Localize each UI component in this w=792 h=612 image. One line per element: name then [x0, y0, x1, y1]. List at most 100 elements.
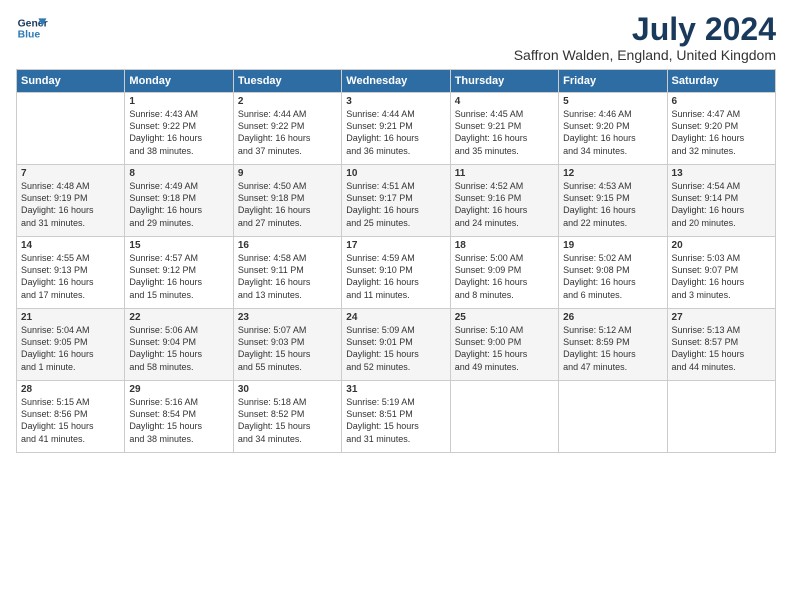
day-number: 6	[672, 96, 771, 107]
table-row: 26Sunrise: 5:12 AM Sunset: 8:59 PM Dayli…	[559, 309, 667, 381]
table-row: 7Sunrise: 4:48 AM Sunset: 9:19 PM Daylig…	[17, 165, 125, 237]
table-row: 16Sunrise: 4:58 AM Sunset: 9:11 PM Dayli…	[233, 237, 341, 309]
day-number: 31	[346, 384, 445, 395]
col-monday: Monday	[125, 70, 233, 93]
table-row: 18Sunrise: 5:00 AM Sunset: 9:09 PM Dayli…	[450, 237, 558, 309]
table-row: 15Sunrise: 4:57 AM Sunset: 9:12 PM Dayli…	[125, 237, 233, 309]
day-info: Sunrise: 5:00 AM Sunset: 9:09 PM Dayligh…	[455, 252, 554, 301]
day-info: Sunrise: 5:16 AM Sunset: 8:54 PM Dayligh…	[129, 396, 228, 445]
table-row: 14Sunrise: 4:55 AM Sunset: 9:13 PM Dayli…	[17, 237, 125, 309]
day-number: 3	[346, 96, 445, 107]
day-info: Sunrise: 4:57 AM Sunset: 9:12 PM Dayligh…	[129, 252, 228, 301]
table-row: 6Sunrise: 4:47 AM Sunset: 9:20 PM Daylig…	[667, 93, 775, 165]
day-info: Sunrise: 4:52 AM Sunset: 9:16 PM Dayligh…	[455, 180, 554, 229]
day-info: Sunrise: 4:48 AM Sunset: 9:19 PM Dayligh…	[21, 180, 120, 229]
day-number: 20	[672, 240, 771, 251]
day-number: 13	[672, 168, 771, 179]
day-number: 10	[346, 168, 445, 179]
table-row: 30Sunrise: 5:18 AM Sunset: 8:52 PM Dayli…	[233, 381, 341, 453]
table-row	[667, 381, 775, 453]
calendar-week-row: 14Sunrise: 4:55 AM Sunset: 9:13 PM Dayli…	[17, 237, 776, 309]
day-info: Sunrise: 4:51 AM Sunset: 9:17 PM Dayligh…	[346, 180, 445, 229]
table-row: 31Sunrise: 5:19 AM Sunset: 8:51 PM Dayli…	[342, 381, 450, 453]
day-number: 21	[21, 312, 120, 323]
header: General Blue July 2024 Saffron Walden, E…	[16, 12, 776, 63]
day-info: Sunrise: 5:19 AM Sunset: 8:51 PM Dayligh…	[346, 396, 445, 445]
day-number: 19	[563, 240, 662, 251]
table-row: 9Sunrise: 4:50 AM Sunset: 9:18 PM Daylig…	[233, 165, 341, 237]
table-row: 11Sunrise: 4:52 AM Sunset: 9:16 PM Dayli…	[450, 165, 558, 237]
day-number: 15	[129, 240, 228, 251]
table-row: 4Sunrise: 4:45 AM Sunset: 9:21 PM Daylig…	[450, 93, 558, 165]
table-row: 28Sunrise: 5:15 AM Sunset: 8:56 PM Dayli…	[17, 381, 125, 453]
day-info: Sunrise: 5:18 AM Sunset: 8:52 PM Dayligh…	[238, 396, 337, 445]
day-number: 4	[455, 96, 554, 107]
col-wednesday: Wednesday	[342, 70, 450, 93]
day-info: Sunrise: 4:53 AM Sunset: 9:15 PM Dayligh…	[563, 180, 662, 229]
col-sunday: Sunday	[17, 70, 125, 93]
col-friday: Friday	[559, 70, 667, 93]
main-title: July 2024	[514, 12, 776, 47]
day-number: 17	[346, 240, 445, 251]
day-number: 1	[129, 96, 228, 107]
logo-icon: General Blue	[16, 12, 48, 44]
table-row	[450, 381, 558, 453]
table-row: 10Sunrise: 4:51 AM Sunset: 9:17 PM Dayli…	[342, 165, 450, 237]
day-info: Sunrise: 4:46 AM Sunset: 9:20 PM Dayligh…	[563, 108, 662, 157]
table-row: 2Sunrise: 4:44 AM Sunset: 9:22 PM Daylig…	[233, 93, 341, 165]
day-info: Sunrise: 4:45 AM Sunset: 9:21 PM Dayligh…	[455, 108, 554, 157]
day-info: Sunrise: 5:04 AM Sunset: 9:05 PM Dayligh…	[21, 324, 120, 373]
calendar-table: Sunday Monday Tuesday Wednesday Thursday…	[16, 69, 776, 453]
table-row: 24Sunrise: 5:09 AM Sunset: 9:01 PM Dayli…	[342, 309, 450, 381]
day-info: Sunrise: 4:44 AM Sunset: 9:21 PM Dayligh…	[346, 108, 445, 157]
day-info: Sunrise: 5:07 AM Sunset: 9:03 PM Dayligh…	[238, 324, 337, 373]
day-number: 30	[238, 384, 337, 395]
table-row: 1Sunrise: 4:43 AM Sunset: 9:22 PM Daylig…	[125, 93, 233, 165]
subtitle: Saffron Walden, England, United Kingdom	[514, 47, 776, 63]
table-row	[559, 381, 667, 453]
day-number: 25	[455, 312, 554, 323]
day-number: 23	[238, 312, 337, 323]
day-info: Sunrise: 4:47 AM Sunset: 9:20 PM Dayligh…	[672, 108, 771, 157]
day-info: Sunrise: 5:02 AM Sunset: 9:08 PM Dayligh…	[563, 252, 662, 301]
day-number: 22	[129, 312, 228, 323]
table-row: 23Sunrise: 5:07 AM Sunset: 9:03 PM Dayli…	[233, 309, 341, 381]
table-row: 22Sunrise: 5:06 AM Sunset: 9:04 PM Dayli…	[125, 309, 233, 381]
col-thursday: Thursday	[450, 70, 558, 93]
day-number: 11	[455, 168, 554, 179]
table-row: 25Sunrise: 5:10 AM Sunset: 9:00 PM Dayli…	[450, 309, 558, 381]
table-row: 27Sunrise: 5:13 AM Sunset: 8:57 PM Dayli…	[667, 309, 775, 381]
table-row: 29Sunrise: 5:16 AM Sunset: 8:54 PM Dayli…	[125, 381, 233, 453]
day-info: Sunrise: 5:06 AM Sunset: 9:04 PM Dayligh…	[129, 324, 228, 373]
day-number: 12	[563, 168, 662, 179]
day-info: Sunrise: 4:54 AM Sunset: 9:14 PM Dayligh…	[672, 180, 771, 229]
day-info: Sunrise: 5:12 AM Sunset: 8:59 PM Dayligh…	[563, 324, 662, 373]
day-number: 7	[21, 168, 120, 179]
day-number: 29	[129, 384, 228, 395]
day-info: Sunrise: 4:43 AM Sunset: 9:22 PM Dayligh…	[129, 108, 228, 157]
day-number: 2	[238, 96, 337, 107]
table-row: 13Sunrise: 4:54 AM Sunset: 9:14 PM Dayli…	[667, 165, 775, 237]
day-info: Sunrise: 5:13 AM Sunset: 8:57 PM Dayligh…	[672, 324, 771, 373]
calendar-week-row: 28Sunrise: 5:15 AM Sunset: 8:56 PM Dayli…	[17, 381, 776, 453]
day-info: Sunrise: 4:50 AM Sunset: 9:18 PM Dayligh…	[238, 180, 337, 229]
calendar-week-row: 1Sunrise: 4:43 AM Sunset: 9:22 PM Daylig…	[17, 93, 776, 165]
logo: General Blue	[16, 12, 48, 44]
day-number: 18	[455, 240, 554, 251]
calendar-week-row: 21Sunrise: 5:04 AM Sunset: 9:05 PM Dayli…	[17, 309, 776, 381]
day-number: 16	[238, 240, 337, 251]
day-number: 24	[346, 312, 445, 323]
table-row: 12Sunrise: 4:53 AM Sunset: 9:15 PM Dayli…	[559, 165, 667, 237]
table-row: 20Sunrise: 5:03 AM Sunset: 9:07 PM Dayli…	[667, 237, 775, 309]
col-saturday: Saturday	[667, 70, 775, 93]
calendar-header-row: Sunday Monday Tuesday Wednesday Thursday…	[17, 70, 776, 93]
day-number: 14	[21, 240, 120, 251]
calendar-week-row: 7Sunrise: 4:48 AM Sunset: 9:19 PM Daylig…	[17, 165, 776, 237]
day-info: Sunrise: 4:59 AM Sunset: 9:10 PM Dayligh…	[346, 252, 445, 301]
day-number: 26	[563, 312, 662, 323]
table-row: 21Sunrise: 5:04 AM Sunset: 9:05 PM Dayli…	[17, 309, 125, 381]
day-info: Sunrise: 5:10 AM Sunset: 9:00 PM Dayligh…	[455, 324, 554, 373]
day-info: Sunrise: 5:03 AM Sunset: 9:07 PM Dayligh…	[672, 252, 771, 301]
day-info: Sunrise: 5:09 AM Sunset: 9:01 PM Dayligh…	[346, 324, 445, 373]
day-number: 27	[672, 312, 771, 323]
